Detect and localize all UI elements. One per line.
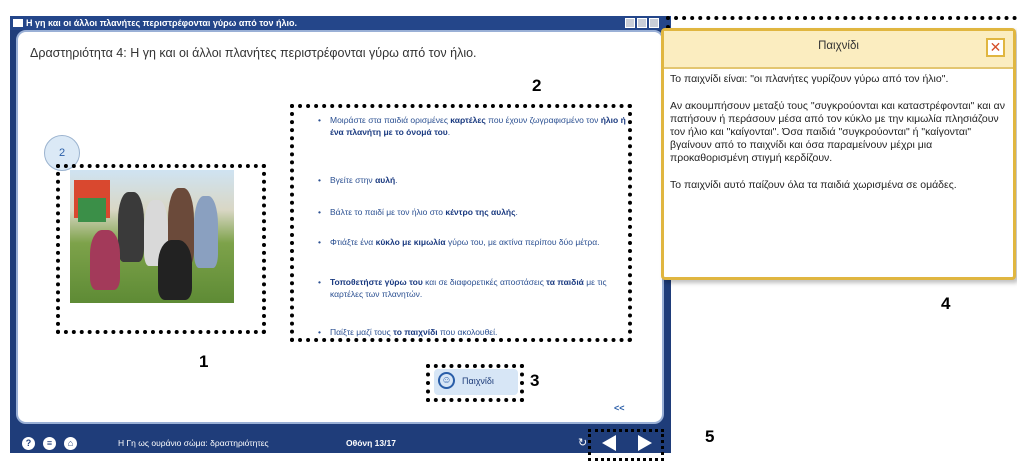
section-title: Η Γη ως ουράνιο σώμα: δραστηριότητες bbox=[118, 438, 269, 448]
refresh-icon[interactable]: ↻ bbox=[578, 436, 587, 449]
callout-number: 4 bbox=[941, 294, 951, 313]
back-link[interactable]: << bbox=[614, 403, 625, 413]
child-figure bbox=[194, 196, 218, 268]
close-icon[interactable]: ✕ bbox=[986, 38, 1005, 57]
help-icon[interactable]: ? bbox=[22, 437, 35, 450]
popup-paragraph: Το παιχνίδι είναι: "οι πλανήτες γυρίζουν… bbox=[670, 73, 949, 85]
title-bar: Η γη και οι άλλοι πλανήτες περιστρέφοντα… bbox=[10, 16, 671, 30]
playhouse-door-shape bbox=[78, 198, 106, 222]
game-popup: Παιχνίδι ✕ Το παιχνίδι είναι: "οι πλανήτ… bbox=[661, 28, 1016, 280]
children-photo bbox=[70, 170, 234, 303]
child-figure bbox=[90, 230, 120, 290]
popup-paragraph: Αν ακουμπήσουν μεταξύ τους "συγκρούονται… bbox=[670, 100, 1005, 164]
instruction-item: Φτιάξτε ένα κύκλο με κιμωλία γύρω του, μ… bbox=[316, 236, 630, 248]
callout-number: 5 bbox=[705, 427, 715, 446]
home-icon[interactable]: ⌂ bbox=[64, 437, 77, 450]
popup-paragraph: Το παιχνίδι αυτό παίζουν όλα τα παιδιά χ… bbox=[670, 179, 957, 191]
bottom-bar: ? ≡ ⌂ Η Γη ως ουράνιο σώμα: δραστηριότητ… bbox=[10, 433, 671, 453]
instruction-item: Τοποθετήστε γύρω του και σε διαφορετικές… bbox=[316, 276, 630, 300]
popup-title: Παιχνίδι bbox=[818, 40, 859, 52]
child-figure bbox=[158, 240, 192, 300]
game-button-label: Παιχνίδι bbox=[462, 376, 494, 386]
smile-icon: ☺ bbox=[438, 372, 455, 389]
game-button[interactable]: ☺ Παιχνίδι bbox=[434, 369, 518, 395]
nav-highlight bbox=[588, 429, 664, 461]
close-window-button[interactable] bbox=[649, 18, 659, 28]
child-figure bbox=[118, 192, 144, 262]
instruction-item: Παίξτε μαζί τους το παιχνίδι που ακολουθ… bbox=[316, 326, 630, 338]
screen-counter: Οθόνη 13/17 bbox=[346, 438, 396, 448]
popup-header: Παιχνίδι ✕ bbox=[664, 31, 1013, 69]
maximize-button[interactable] bbox=[637, 18, 647, 28]
minimize-button[interactable] bbox=[625, 18, 635, 28]
instruction-item: Βγείτε στην αυλή. bbox=[316, 174, 630, 186]
popup-body: Το παιχνίδι είναι: "οι πλανήτες γυρίζουν… bbox=[670, 73, 1008, 206]
callout-number: 3 bbox=[530, 371, 540, 390]
instruction-item: Μοιράστε στα παιδιά ορισμένες καρτέλες π… bbox=[316, 114, 630, 138]
menu-icon[interactable]: ≡ bbox=[43, 437, 56, 450]
instruction-item: Βάλτε το παιδί με τον ήλιο στο κέντρο τη… bbox=[316, 206, 630, 218]
callout-number: 2 bbox=[532, 76, 542, 95]
window-icon bbox=[13, 19, 23, 27]
instructions-highlight bbox=[290, 104, 632, 342]
window-title: Η γη και οι άλλοι πλανήτες περιστρέφοντα… bbox=[26, 18, 298, 28]
callout-number: 1 bbox=[199, 352, 209, 371]
activity-heading: Δραστηριότητα 4: Η γη και οι άλλοι πλανή… bbox=[30, 46, 477, 60]
